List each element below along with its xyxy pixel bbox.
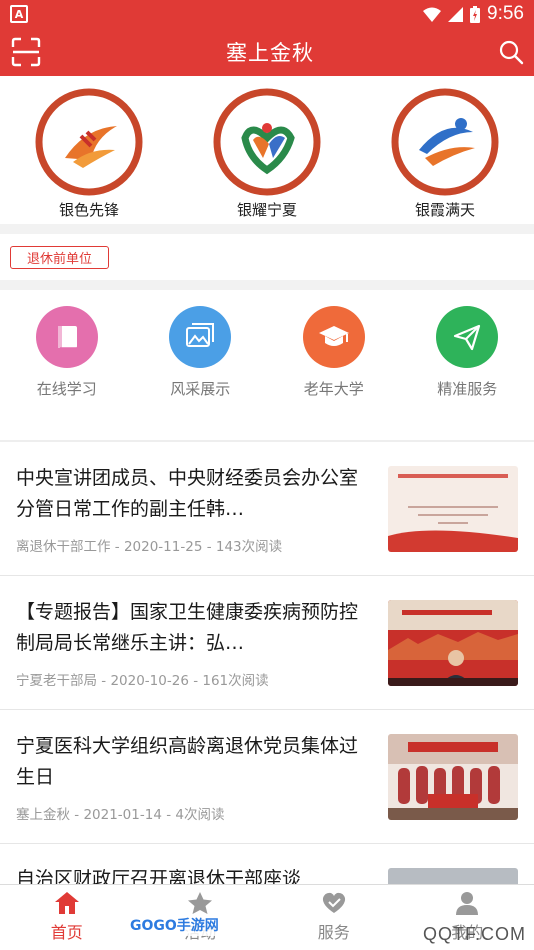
former-unit-tag[interactable]: 退休前单位 — [10, 245, 110, 269]
news-item[interactable]: 【专题报告】国家卫生健康委疾病预防控制局局长常继乐主讲：弘… 宁夏老干部局 - … — [0, 576, 534, 710]
news-thumbnail — [388, 599, 518, 686]
lecture-video-image — [388, 599, 518, 686]
news-list: 中央宣讲团成员、中央财经委员会办公室分管日常工作的副主任韩… 离退休干部工作 -… — [0, 442, 534, 884]
service-senior-university[interactable]: 老年大学 — [279, 306, 389, 399]
divider — [0, 224, 534, 234]
service-precise-service[interactable]: 精准服务 — [412, 306, 522, 399]
news-thumbnail — [388, 733, 518, 820]
user-icon — [456, 892, 479, 915]
news-title: 宁夏医科大学组织高龄离退休党员集体过生日 — [16, 734, 359, 788]
send-icon — [454, 324, 481, 351]
wifi-icon — [423, 7, 442, 22]
scan-icon[interactable] — [10, 36, 42, 68]
watermark-left: GOGO手游网 — [126, 914, 223, 936]
news-text: 中央宣讲团成员、中央财经委员会办公室分管日常工作的副主任韩… 离退休干部工作 -… — [16, 463, 388, 555]
service-online-learning[interactable]: 在线学习 — [12, 306, 122, 399]
news-meta: 宁夏老干部局 - 2020-10-26 - 161次阅读 — [16, 672, 269, 689]
news-text: 【专题报告】国家卫生健康委疾病预防控制局局长常继乐主讲：弘… 宁夏老干部局 - … — [16, 597, 388, 689]
services-grid: 在线学习 风采展示 老年大学 精准服务 — [0, 290, 534, 440]
service-label: 在线学习 — [36, 380, 97, 398]
tab-service[interactable]: 服务 — [284, 885, 384, 950]
tab-label: 服务 — [317, 923, 350, 942]
featured-label: 银霞满天 — [414, 201, 475, 219]
home-icon — [54, 892, 79, 914]
service-icon-bg — [302, 306, 365, 368]
featured-item-silver-sky[interactable]: 银霞满天 — [375, 88, 515, 224]
news-meta: 离退休干部工作 - 2020-11-25 - 143次阅读 — [16, 538, 283, 555]
tab-label: 首页 — [50, 923, 83, 942]
news-title: 中央宣讲团成员、中央财经委员会办公室分管日常工作的副主任韩… — [16, 466, 359, 520]
birthday-party-photo — [388, 733, 518, 820]
service-icon-bg — [169, 306, 232, 368]
featured-label: 银耀宁夏 — [236, 201, 297, 219]
silver-sky-logo — [391, 88, 499, 196]
gallery-icon — [186, 323, 215, 347]
report-cover-image — [388, 465, 518, 552]
featured-section: 银色先锋 银耀宁夏 银霞满天 — [0, 76, 534, 224]
silver-pioneer-logo — [35, 88, 143, 196]
service-icon-bg — [436, 306, 499, 368]
service-label: 风采展示 — [170, 380, 231, 398]
news-thumbnail — [388, 868, 518, 884]
news-text: 宁夏医科大学组织高龄离退休党员集体过生日 塞上金秋 - 2021-01-14 -… — [16, 731, 388, 823]
graduation-cap-icon — [318, 326, 349, 346]
search-icon[interactable] — [498, 39, 524, 65]
silver-ningxia-logo — [213, 88, 321, 196]
news-thumbnail — [388, 465, 518, 552]
battery-icon — [470, 5, 481, 23]
tab-home[interactable]: 首页 — [17, 885, 117, 950]
divider — [0, 280, 534, 290]
service-showcase[interactable]: 风采展示 — [145, 306, 255, 399]
news-item-partial[interactable]: 自治区财政厅召开离退休干部座谈 — [0, 844, 534, 884]
app-bar: 塞上金秋 — [0, 28, 534, 76]
news-item[interactable]: 宁夏医科大学组织高龄离退休党员集体过生日 塞上金秋 - 2021-01-14 -… — [0, 710, 534, 844]
heart-icon — [322, 892, 345, 913]
service-label: 精准服务 — [437, 380, 498, 398]
service-label: 老年大学 — [303, 380, 364, 398]
unit-bar: 退休前单位 — [0, 234, 534, 280]
news-title: 【专题报告】国家卫生健康委疾病预防控制局局长常继乐主讲：弘… — [16, 600, 359, 654]
featured-item-silver-ningxia[interactable]: 银耀宁夏 — [197, 88, 337, 224]
app-notification-icon: A — [10, 5, 28, 23]
service-icon-bg — [35, 306, 98, 368]
app-title: 塞上金秋 — [226, 41, 314, 65]
news-item[interactable]: 中央宣讲团成员、中央财经委员会办公室分管日常工作的副主任韩… 离退休干部工作 -… — [0, 442, 534, 576]
featured-label: 银色先锋 — [58, 201, 119, 219]
status-bar: A 9:56 — [0, 0, 534, 28]
news-meta: 塞上金秋 - 2021-01-14 - 4次阅读 — [16, 806, 225, 823]
star-icon — [188, 892, 213, 914]
clock: 9:56 — [487, 3, 524, 24]
watermark-right: QQTF.COM — [423, 924, 526, 944]
signal-icon — [448, 6, 464, 22]
featured-item-silver-pioneer[interactable]: 银色先锋 — [19, 88, 159, 224]
book-icon — [57, 326, 77, 349]
news-title: 自治区财政厅召开离退休干部座谈 — [16, 868, 302, 884]
